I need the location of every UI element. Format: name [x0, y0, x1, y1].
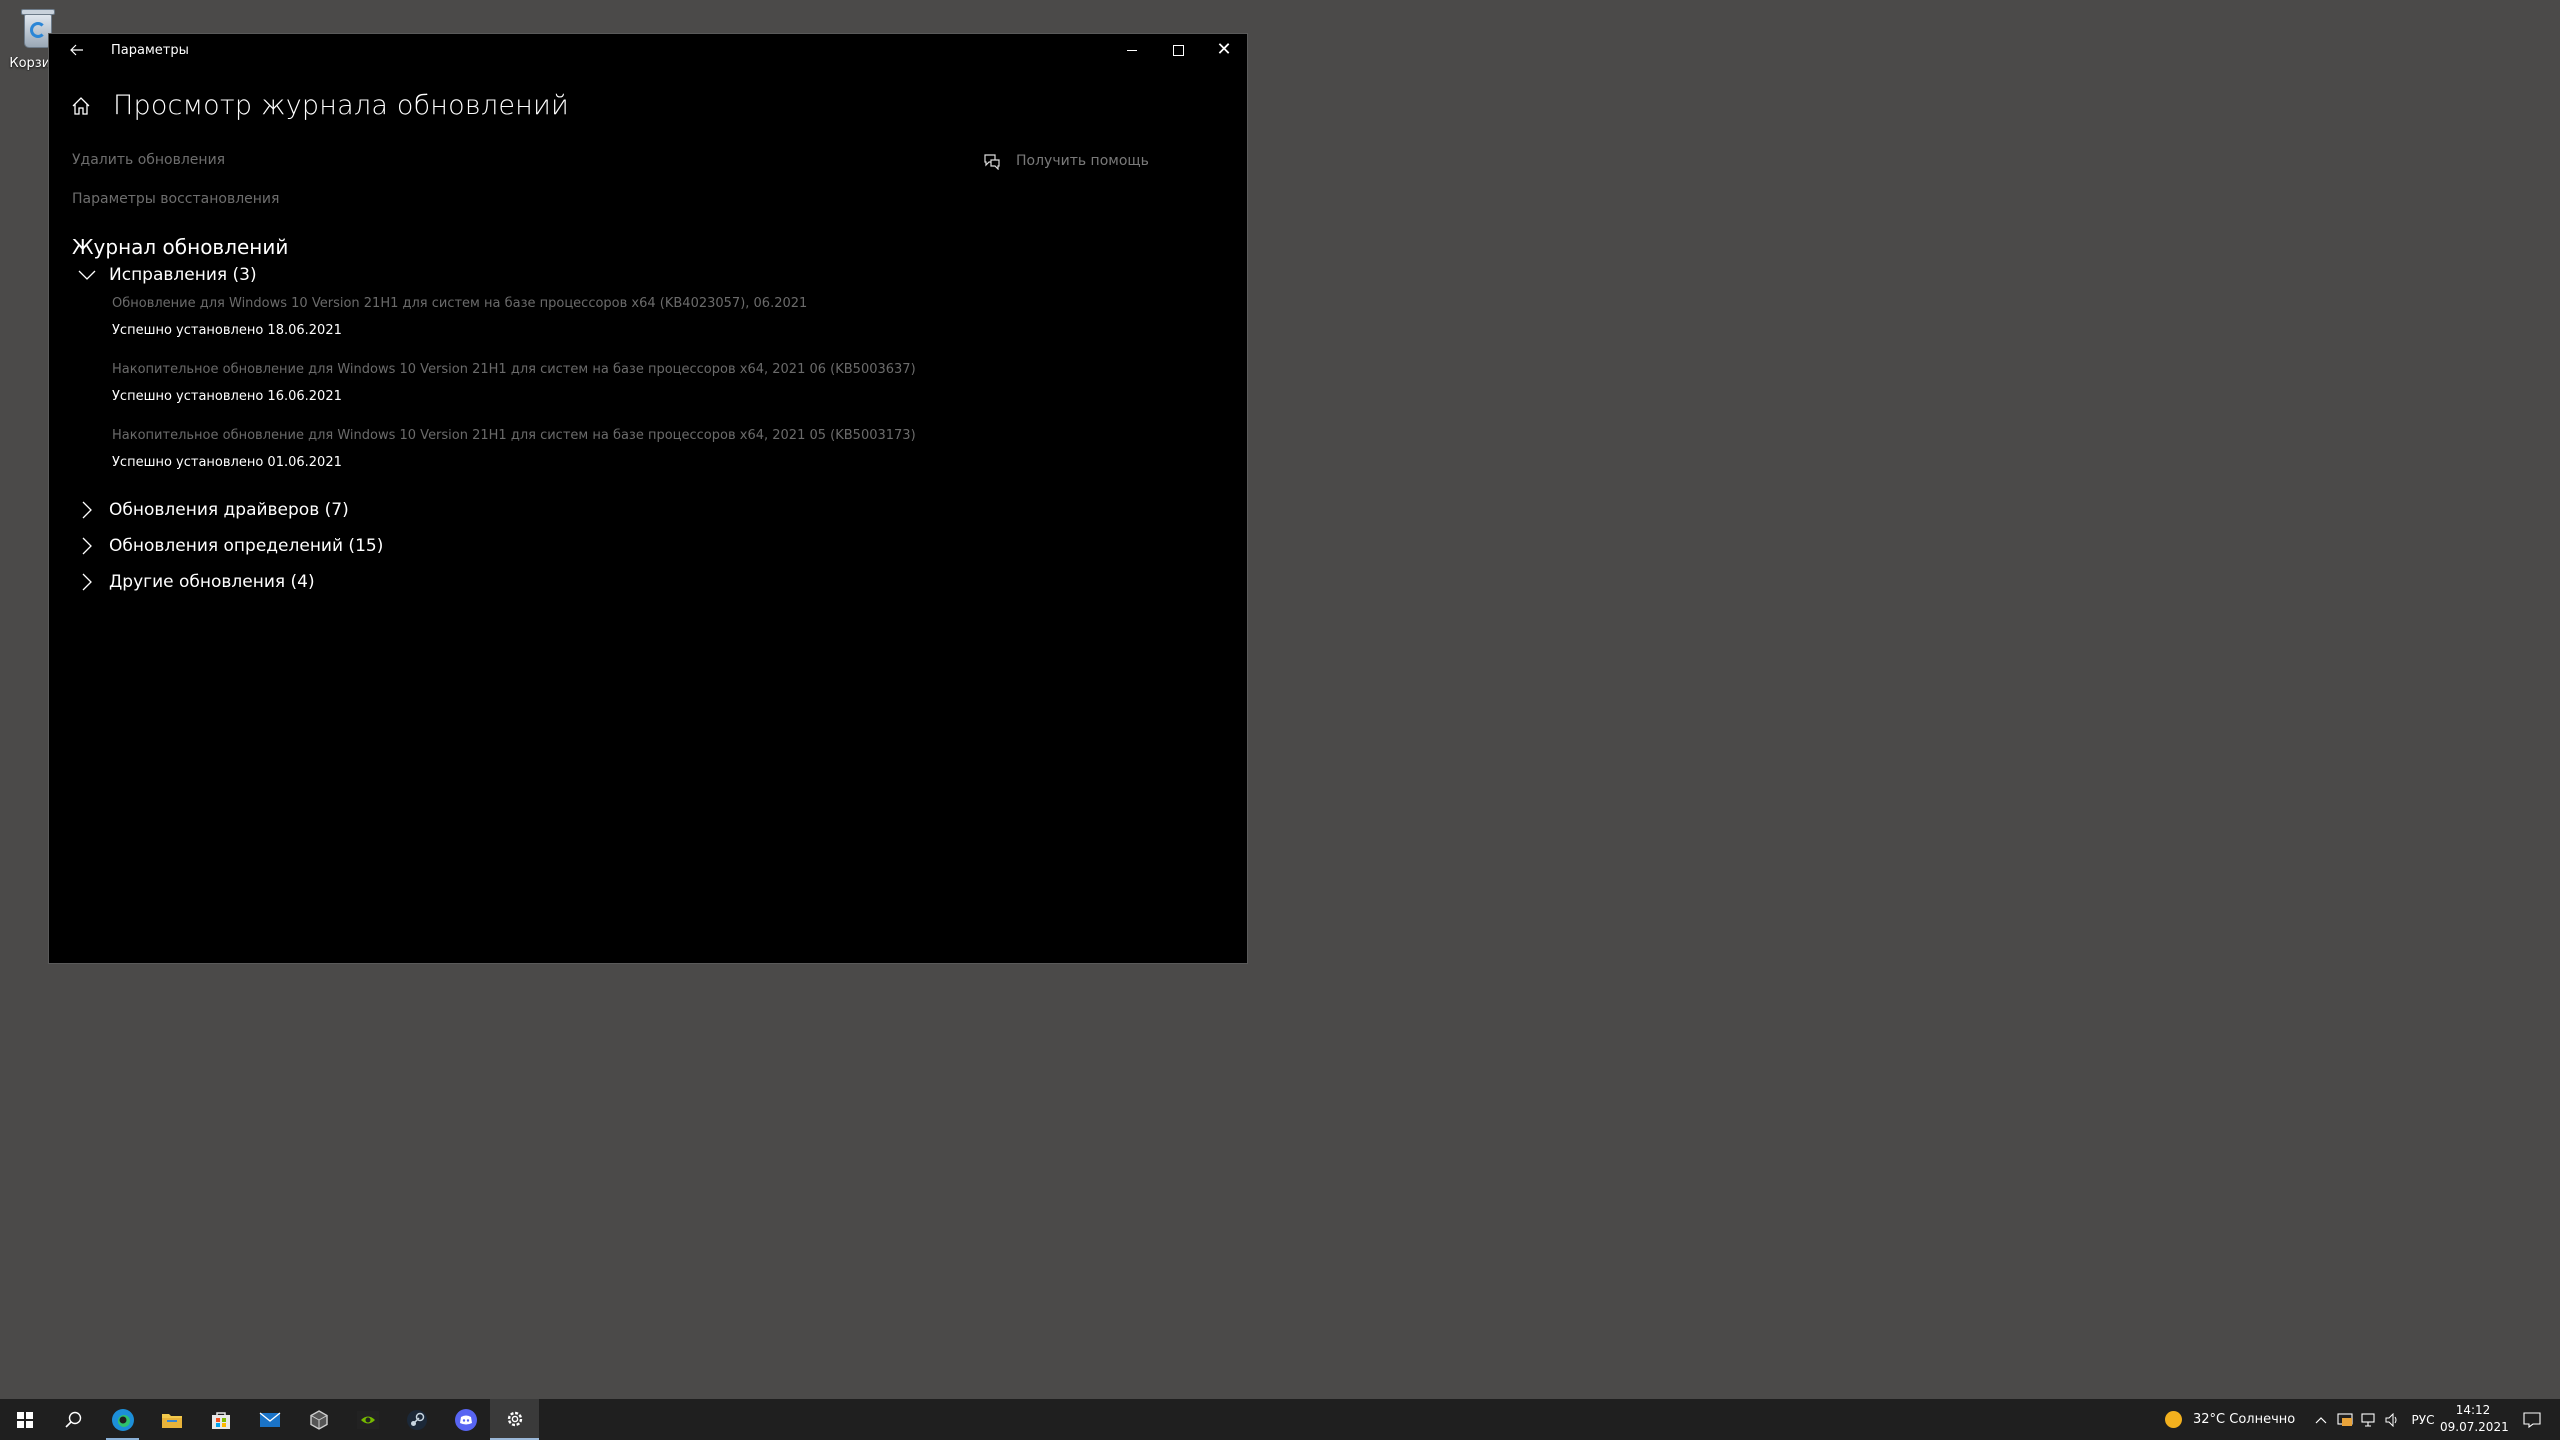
page-header: Просмотр журнала обновлений	[71, 90, 569, 121]
update-name-link[interactable]: Накопительное обновление для Windows 10 …	[112, 362, 916, 377]
group-label: Исправления (3)	[109, 265, 257, 285]
close-button[interactable]: ✕	[1201, 34, 1247, 66]
group-definition-updates[interactable]: Обновления определений (15)	[75, 534, 383, 558]
recovery-options-link[interactable]: Параметры восстановления	[72, 191, 279, 207]
section-title: Журнал обновлений	[72, 235, 289, 259]
sun-icon	[2165, 1411, 2182, 1428]
get-help-label: Получить помощь	[1016, 153, 1149, 169]
show-hidden-icons-button[interactable]	[2310, 1399, 2332, 1440]
update-status: Успешно установлено 16.06.2021	[112, 389, 342, 404]
group-driver-updates[interactable]: Обновления драйверов (7)	[75, 498, 349, 522]
discord-icon	[454, 1408, 477, 1431]
start-icon	[16, 1411, 33, 1428]
taskbar-mail[interactable]	[245, 1399, 294, 1440]
chevron-right-icon	[75, 570, 99, 594]
taskbar-edge[interactable]	[98, 1399, 147, 1440]
store-icon	[211, 1411, 230, 1429]
network-icon	[2361, 1412, 2375, 1427]
maximize-icon	[1172, 44, 1184, 56]
clock[interactable]: 14:12 09.07.2021	[2440, 1402, 2509, 1436]
tray-volume[interactable]	[2382, 1399, 2404, 1440]
mail-icon	[259, 1411, 280, 1427]
group-label: Обновления драйверов (7)	[109, 500, 349, 520]
tray-network[interactable]	[2358, 1399, 2380, 1440]
chevron-right-icon	[75, 534, 99, 558]
group-label: Другие обновления (4)	[109, 572, 315, 592]
group-fixes[interactable]: Исправления (3)	[75, 263, 257, 287]
steam-icon	[406, 1409, 427, 1430]
taskbar-settings[interactable]	[490, 1399, 539, 1440]
update-item: Обновление для Windows 10 Version 21H1 д…	[112, 296, 807, 338]
nvidia-icon	[356, 1410, 379, 1429]
home-icon[interactable]	[71, 96, 91, 116]
taskbar-discord[interactable]	[441, 1399, 490, 1440]
title-bar[interactable]: Параметры ✕	[49, 34, 1247, 66]
language-indicator[interactable]: РУС	[2406, 1399, 2440, 1440]
clock-date: 09.07.2021	[2440, 1420, 2509, 1434]
taskbar-nvidia[interactable]	[343, 1399, 392, 1440]
chevron-down-icon	[75, 263, 99, 287]
tray-security[interactable]	[2334, 1399, 2356, 1440]
page-title: Просмотр журнала обновлений	[113, 90, 569, 121]
volume-icon	[2385, 1412, 2397, 1427]
close-icon: ✕	[1216, 39, 1232, 60]
taskbar-file-explorer[interactable]	[147, 1399, 196, 1440]
window-title: Параметры	[111, 43, 189, 58]
update-name-link[interactable]: Накопительное обновление для Windows 10 …	[112, 428, 916, 443]
taskbar: 32°C Солнечно РУС 14:12 09.07.2021	[0, 1399, 2560, 1440]
taskbar-store[interactable]	[196, 1399, 245, 1440]
chat-help-icon	[984, 154, 1000, 170]
search-button[interactable]	[49, 1399, 98, 1440]
taskbar-app-cube[interactable]	[294, 1399, 343, 1440]
weather-widget[interactable]: 32°C Солнечно	[2165, 1399, 2295, 1440]
minimize-icon	[1127, 49, 1137, 51]
minimize-button[interactable]	[1109, 34, 1155, 66]
group-label: Обновления определений (15)	[109, 536, 384, 556]
update-item: Накопительное обновление для Windows 10 …	[112, 428, 916, 470]
edge-icon	[111, 1408, 134, 1431]
start-button[interactable]	[0, 1399, 49, 1440]
taskbar-steam[interactable]	[392, 1399, 441, 1440]
notification-icon	[2523, 1411, 2541, 1428]
back-arrow-icon	[70, 44, 83, 56]
back-button[interactable]	[59, 34, 95, 66]
settings-icon	[507, 1411, 522, 1426]
uninstall-updates-link[interactable]: Удалить обновления	[72, 152, 225, 168]
search-icon	[64, 1411, 81, 1428]
update-status: Успешно установлено 01.06.2021	[112, 455, 342, 470]
action-center-button[interactable]	[2512, 1399, 2552, 1440]
file-explorer-icon	[161, 1413, 182, 1428]
desktop: Корзина Параметры ✕ Просмотр журнала обн…	[0, 0, 2560, 1399]
maximize-button[interactable]	[1155, 34, 1201, 66]
chevron-right-icon	[75, 498, 99, 522]
update-name-link[interactable]: Обновление для Windows 10 Version 21H1 д…	[112, 296, 807, 311]
settings-window: Параметры ✕ Просмотр журнала обновлений …	[48, 33, 1248, 964]
group-other-updates[interactable]: Другие обновления (4)	[75, 570, 315, 594]
app-cube-icon	[309, 1409, 328, 1430]
clock-time: 14:12	[2455, 1403, 2491, 1417]
chevron-up-icon	[2315, 1416, 2327, 1423]
weather-text: 32°C Солнечно	[2193, 1412, 2296, 1427]
get-help-link[interactable]: Получить помощь	[983, 152, 1149, 170]
shield-warning-icon	[2337, 1412, 2353, 1426]
update-item: Накопительное обновление для Windows 10 …	[112, 362, 916, 404]
update-status: Успешно установлено 18.06.2021	[112, 323, 342, 338]
